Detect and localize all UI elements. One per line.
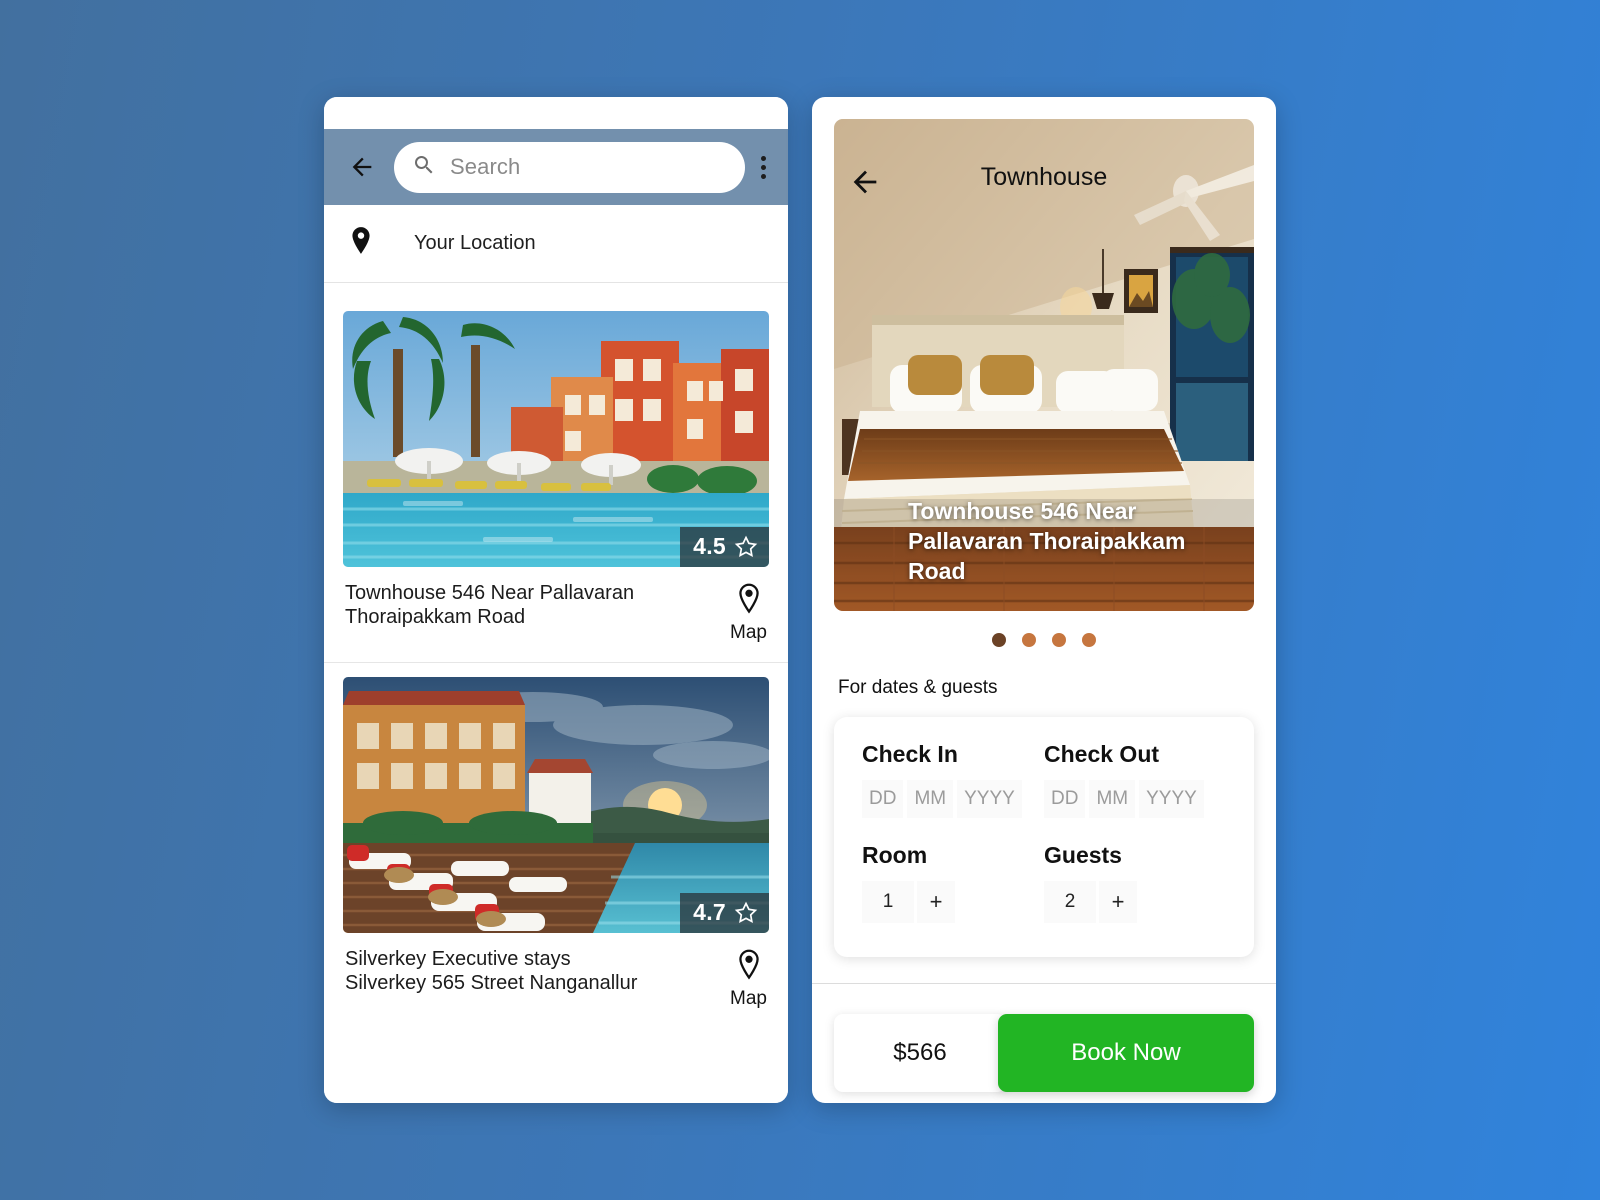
map-button[interactable]: Map (730, 581, 767, 644)
price-display: $566 (834, 1014, 1006, 1092)
listing-title: Townhouse 546 Near Pallavaran Thoraipakk… (345, 582, 635, 629)
check-out-month-input[interactable]: MM (1089, 780, 1136, 818)
guests-value[interactable]: 2 (1044, 881, 1096, 923)
rating-badge: 4.7 (680, 893, 769, 933)
form-heading: For dates & guests (838, 677, 998, 698)
location-pin-icon (735, 583, 763, 620)
status-bar (324, 97, 788, 129)
carousel-dot-1[interactable] (992, 633, 1006, 647)
rating-value: 4.7 (693, 899, 726, 925)
check-in-year-input[interactable]: YYYY (957, 780, 1022, 818)
book-now-button[interactable]: Book Now (998, 1014, 1254, 1092)
check-out-date-fields: DD MM YYYY (1044, 780, 1226, 818)
booking-form: Check In DD MM YYYY Check Out DD MM YYYY… (834, 717, 1254, 957)
list-item[interactable]: 4.5 Townhouse 546 Near Pallavaran Thorai… (324, 297, 788, 663)
search-toolbar: Search (324, 129, 788, 205)
carousel-dot-3[interactable] (1052, 633, 1066, 647)
room-label: Room (862, 842, 928, 868)
list-item[interactable]: 4.7 Silverkey Executive stays Silverkey … (324, 663, 788, 1028)
check-in-date-fields: DD MM YYYY (862, 780, 1044, 818)
search-icon (412, 153, 436, 182)
guests-label: Guests (1044, 842, 1122, 868)
guests-increment-button[interactable]: + (1099, 881, 1137, 923)
check-in-day-input[interactable]: DD (862, 780, 904, 818)
back-arrow-icon[interactable] (346, 151, 378, 183)
location-pin-icon (735, 949, 763, 986)
map-button[interactable]: Map (730, 947, 767, 1010)
check-in-label: Check In (862, 741, 958, 767)
your-location-label: Your Location (414, 232, 536, 254)
listing-thumbnail[interactable]: 4.7 (343, 677, 769, 933)
guests-stepper: 2 + (1044, 881, 1226, 923)
check-in-group: Check In DD MM YYYY (862, 741, 1044, 840)
carousel-dot-2[interactable] (1022, 633, 1036, 647)
room-stepper: 1 + (862, 881, 1044, 923)
map-label: Map (730, 622, 767, 643)
star-icon (734, 901, 758, 925)
room-group: Room 1 + (862, 842, 1044, 923)
hero-section: Townhouse Townhouse 546 Near Pallavaran … (812, 97, 1276, 647)
search-placeholder: Search (450, 154, 521, 179)
search-results-phone: Search Your Location 4.5 Townhouse 546 N… (324, 97, 788, 1103)
check-out-day-input[interactable]: DD (1044, 780, 1086, 818)
hero-caption: Townhouse 546 Near Pallavaran Thoraipakk… (908, 498, 1186, 585)
listing-thumbnail[interactable]: 4.5 (343, 311, 769, 567)
room-increment-button[interactable]: + (917, 881, 955, 923)
rating-badge: 4.5 (680, 527, 769, 567)
your-location-row[interactable]: Your Location (324, 205, 788, 283)
check-in-month-input[interactable]: MM (907, 780, 954, 818)
check-out-label: Check Out (1044, 741, 1160, 767)
check-out-year-input[interactable]: YYYY (1139, 780, 1204, 818)
listings-list[interactable]: 4.5 Townhouse 546 Near Pallavaran Thorai… (324, 283, 788, 1103)
guests-group: Guests 2 + (1044, 842, 1226, 923)
divider (812, 983, 1276, 984)
carousel-dots (834, 633, 1254, 647)
overflow-menu-icon[interactable] (761, 155, 766, 179)
star-icon (734, 535, 758, 559)
check-out-group: Check Out DD MM YYYY (1044, 741, 1226, 840)
location-pin-icon (348, 226, 374, 261)
carousel-dot-4[interactable] (1082, 633, 1096, 647)
listing-title: Silverkey Executive stays Silverkey 565 … (345, 948, 638, 995)
room-value[interactable]: 1 (862, 881, 914, 923)
hero-image-carousel[interactable]: Townhouse Townhouse 546 Near Pallavaran … (834, 119, 1254, 611)
rating-value: 4.5 (693, 533, 726, 559)
booking-action-bar: $566 Book Now (834, 1014, 1254, 1092)
search-input[interactable]: Search (394, 141, 745, 193)
back-arrow-icon[interactable] (848, 165, 882, 199)
map-label: Map (730, 988, 767, 1009)
property-detail-phone: Townhouse Townhouse 546 Near Pallavaran … (812, 97, 1276, 1103)
